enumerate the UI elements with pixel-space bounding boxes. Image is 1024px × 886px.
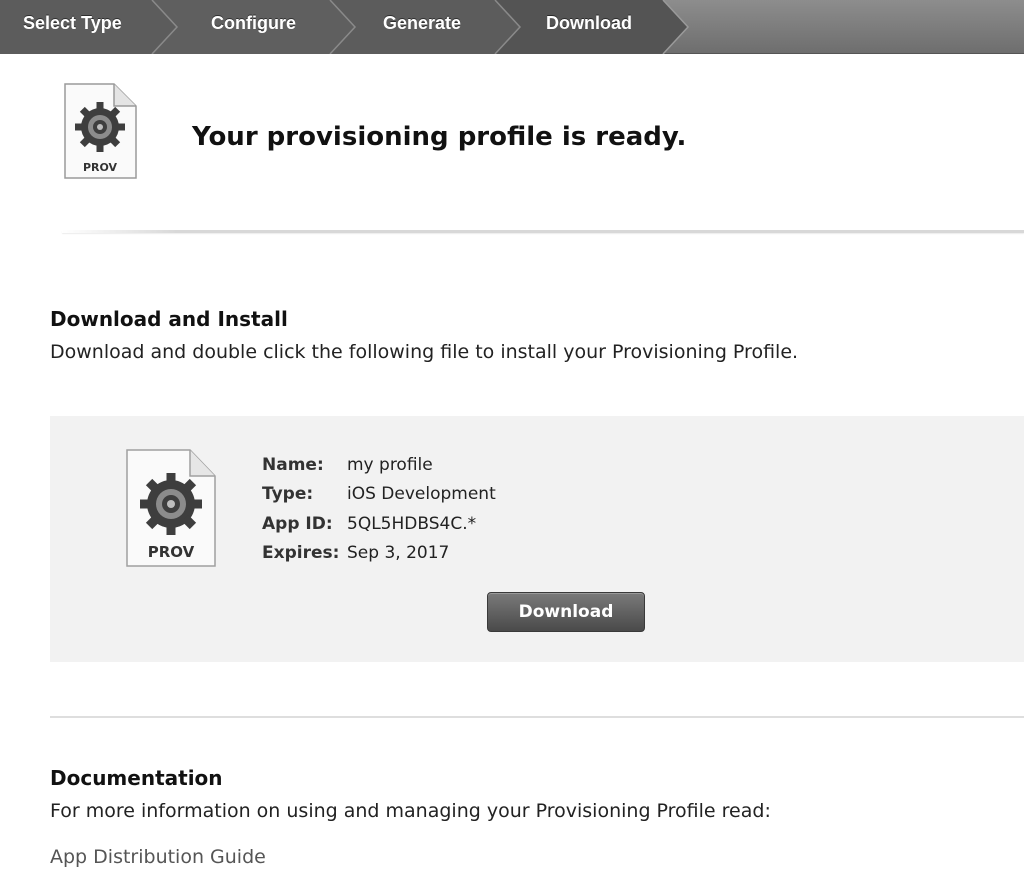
download-install-heading: Download and Install (50, 307, 288, 331)
documentation-description: For more information on using and managi… (50, 800, 771, 822)
profile-name-label: Name: (262, 455, 324, 475)
download-button[interactable]: Download (487, 592, 645, 632)
step-select-type[interactable]: Select Type (23, 0, 122, 46)
step-generate[interactable]: Generate (383, 0, 461, 46)
profile-expires-value: Sep 3, 2017 (347, 543, 450, 563)
app-distribution-guide-link[interactable]: App Distribution Guide (50, 846, 266, 868)
profile-name-value: my profile (347, 455, 433, 475)
step-download[interactable]: Download (546, 0, 632, 46)
header-divider (62, 230, 1024, 233)
profile-type-value: iOS Development (347, 484, 496, 504)
profile-type-label: Type: (262, 484, 314, 504)
provisioning-file-icon: PROV (62, 82, 138, 184)
step-bar-arrows (0, 0, 690, 54)
profile-appid-label: App ID: (262, 514, 333, 534)
documentation-heading: Documentation (50, 766, 223, 790)
profile-file-icon: PROV (124, 448, 218, 574)
download-install-description: Download and double click the following … (50, 341, 799, 363)
svg-text:PROV: PROV (148, 543, 195, 561)
svg-text:PROV: PROV (83, 161, 118, 174)
step-bar: Select Type Configure Generate Download (0, 0, 1024, 54)
section-divider (50, 716, 1024, 718)
profile-appid-value: 5QL5HDBS4C.* (347, 514, 477, 534)
page-title: Your provisioning profile is ready. (192, 122, 687, 152)
step-configure[interactable]: Configure (211, 0, 296, 46)
profile-expires-label: Expires: (262, 543, 340, 563)
